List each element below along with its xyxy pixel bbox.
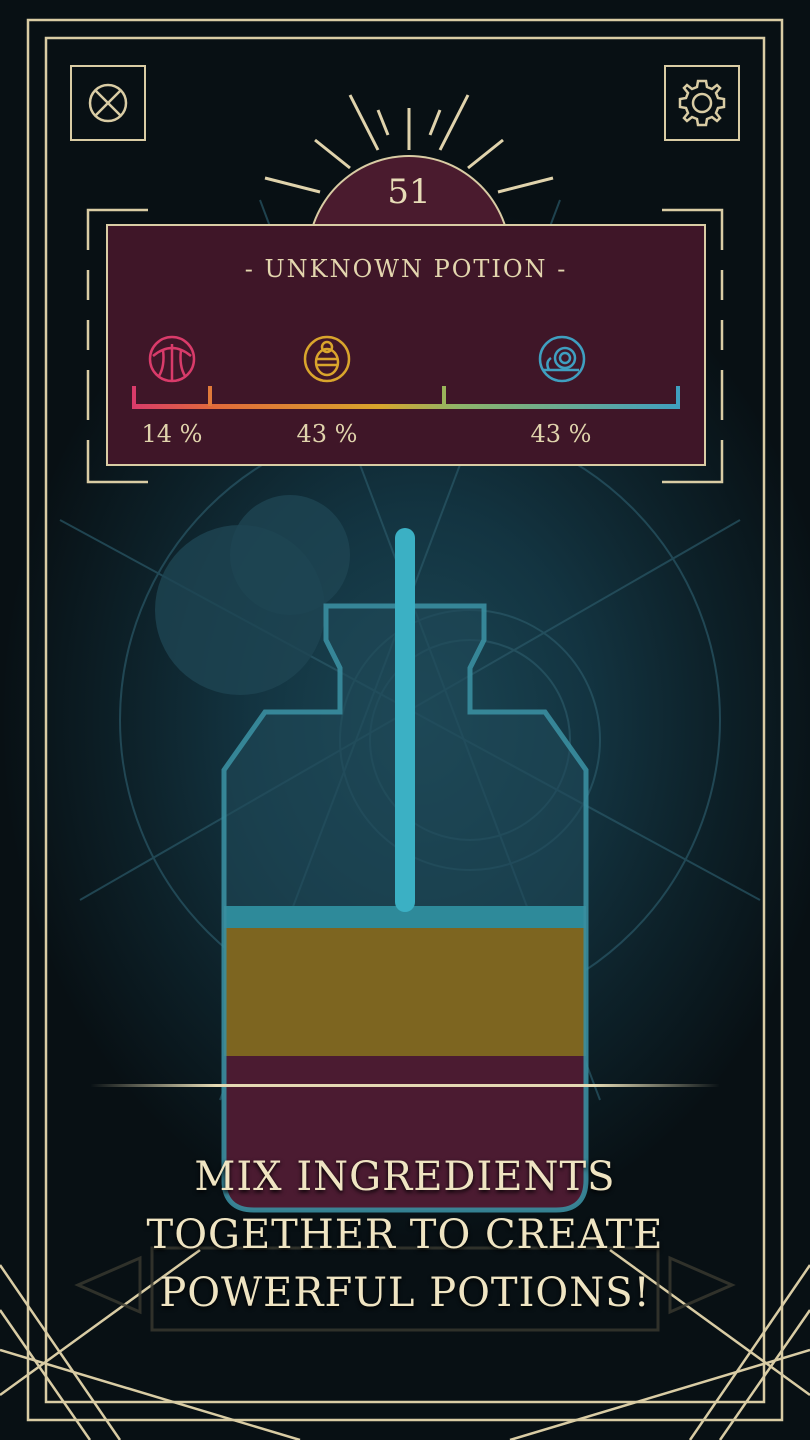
- caption-line-1: MIX INGREDIENTS: [194, 1154, 616, 1200]
- game-screen: 51 - UNKNOWN POTION - 14 % 43 % 43 % MIX…: [0, 0, 810, 1440]
- caption-line-3: POWERFUL POTIONS!: [159, 1270, 651, 1316]
- caption-text: MIX INGREDIENTS TOGETHER TO CREATE POWER…: [60, 1148, 750, 1322]
- caption-line-2: TOGETHER TO CREATE: [146, 1212, 664, 1258]
